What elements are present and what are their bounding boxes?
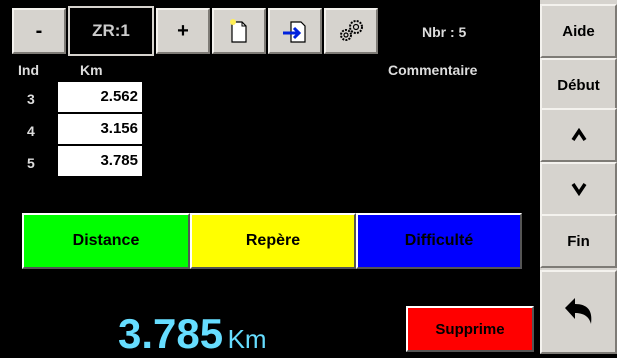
delete-button[interactable]: Supprime <box>406 306 534 352</box>
new-file-icon <box>230 19 247 43</box>
minus-button[interactable]: - <box>12 8 66 54</box>
row-index: 5 <box>27 155 35 171</box>
header-ind: Ind <box>18 62 39 78</box>
import-icon <box>283 21 306 43</box>
distance-readout: 3.785 Km <box>118 310 267 358</box>
import-button[interactable] <box>268 8 322 54</box>
difficulte-button[interactable]: Difficulté <box>356 213 522 269</box>
back-arrow-icon <box>564 298 591 324</box>
row-index: 3 <box>27 91 35 107</box>
scroll-up-button[interactable] <box>540 108 617 162</box>
scroll-down-button[interactable] <box>540 162 617 216</box>
distance-unit: Km <box>227 324 267 354</box>
distance-button[interactable]: Distance <box>22 213 190 269</box>
row-km-cell[interactable]: 2.562 <box>58 82 142 112</box>
down-caret-icon <box>571 183 586 196</box>
end-button[interactable]: Fin <box>540 214 617 268</box>
repere-button[interactable]: Repère <box>190 213 356 269</box>
back-button[interactable] <box>540 270 617 354</box>
settings-button[interactable] <box>324 8 378 54</box>
header-comment: Commentaire <box>388 62 478 78</box>
row-km-cell[interactable]: 3.156 <box>58 114 142 144</box>
start-button[interactable]: Début <box>540 58 617 112</box>
zoom-field[interactable]: ZR:1 <box>68 6 154 56</box>
row-index: 4 <box>27 123 35 139</box>
help-button[interactable]: Aide <box>540 4 617 58</box>
new-file-button[interactable] <box>212 8 266 54</box>
settings-gears-icon <box>340 20 363 41</box>
row-km-cell[interactable]: 3.785 <box>58 146 142 176</box>
distance-value: 3.785 <box>118 310 224 357</box>
header-km: Km <box>80 62 103 78</box>
count-text: Nbr : 5 <box>422 24 467 40</box>
up-caret-icon <box>571 128 586 141</box>
plus-button[interactable]: + <box>156 8 210 54</box>
